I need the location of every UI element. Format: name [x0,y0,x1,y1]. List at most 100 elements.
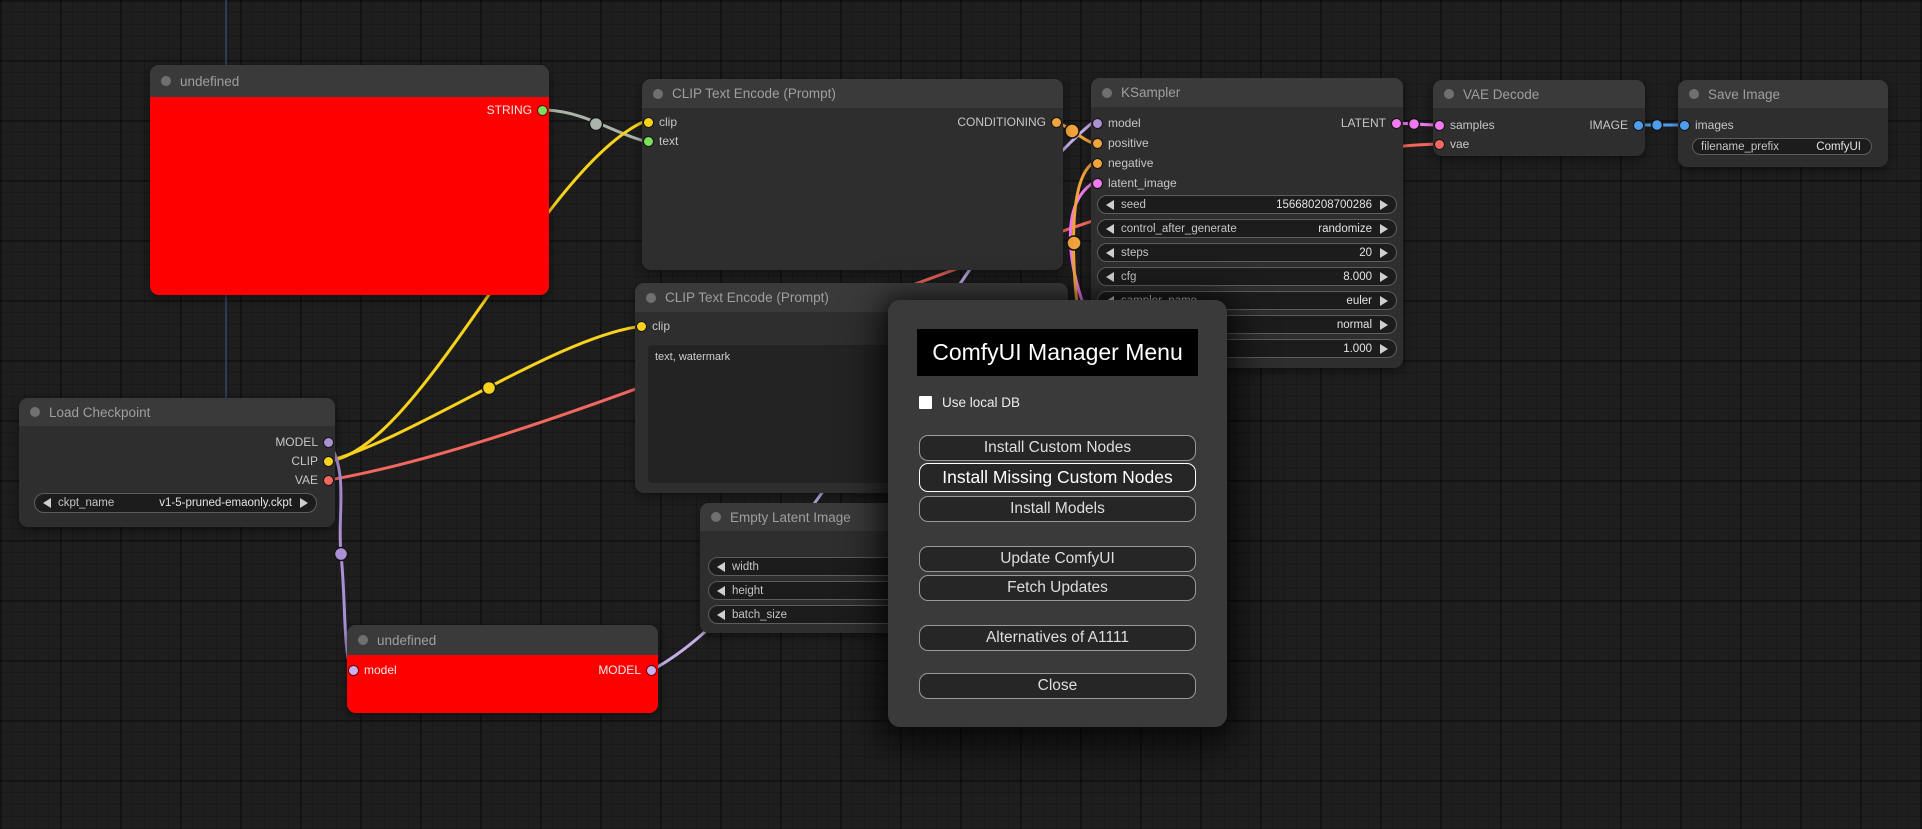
increment-arrow-icon[interactable] [1380,319,1388,330]
input-model: model [1093,116,1141,130]
widget-filename-prefix[interactable]: filename_prefix ComfyUI [1692,138,1872,155]
node-title: CLIP Text Encode (Prompt) [665,290,829,305]
model-port-icon[interactable] [324,437,333,447]
negative-port-icon[interactable] [1093,158,1102,168]
reroute-dot-orange-negative[interactable] [1066,235,1082,251]
decrement-arrow-icon[interactable] [1106,223,1114,234]
clip-port-icon[interactable] [637,321,646,331]
decrement-arrow-icon[interactable] [1106,199,1114,210]
update-comfyui-button[interactable]: Update ComfyUI [919,546,1196,572]
node-title: VAE Decode [1463,86,1540,102]
input-images: images [1680,118,1734,132]
decrement-arrow-icon[interactable] [1106,247,1114,258]
node-title: Empty Latent Image [730,509,851,525]
install-missing-custom-nodes-button[interactable]: Install Missing Custom Nodes [919,463,1196,492]
node-clip-encode-top[interactable]: CLIP Text Encode (Prompt) clip text COND… [642,79,1063,270]
widget-steps[interactable]: steps 20 [1097,243,1397,262]
conditioning-port-icon[interactable] [1052,117,1061,127]
collapse-dot-icon[interactable] [1689,89,1699,99]
decrement-arrow-icon[interactable] [717,585,725,596]
output-model: MODEL [275,435,333,449]
node-title-bar: undefined [347,625,658,655]
alternatives-of-a1111-button[interactable]: Alternatives of A1111 [919,625,1196,651]
input-text: text [644,134,678,148]
node-save-image[interactable]: Save Image images filename_prefix ComfyU… [1678,80,1888,167]
collapse-dot-icon[interactable] [358,635,368,645]
collapse-dot-icon[interactable] [711,512,721,522]
comfyui-manager-dialog: ComfyUI Manager Menu Use local DB Instal… [888,300,1227,727]
model-port-icon[interactable] [1093,118,1102,128]
node-title-bar: KSampler [1091,78,1403,107]
input-clip: clip [637,319,670,333]
close-button[interactable]: Close [919,673,1196,699]
node-vae-decode[interactable]: VAE Decode samples vae IMAGE [1433,80,1645,156]
install-models-button[interactable]: Install Models [919,496,1196,522]
model-port-icon[interactable] [349,665,358,675]
node-title-bar: Load Checkpoint [19,398,335,426]
widget-cfg[interactable]: cfg 8.000 [1097,267,1397,286]
node-load-checkpoint[interactable]: Load Checkpoint MODEL CLIP VAE ckpt_name… [19,398,335,527]
decrement-arrow-icon[interactable] [43,498,51,508]
increment-arrow-icon[interactable] [1380,223,1388,234]
node-title-bar: undefined [150,65,549,97]
output-model: MODEL [598,663,656,677]
output-conditioning: CONDITIONING [957,115,1061,129]
node-undefined-top[interactable]: undefined STRING [150,65,549,295]
image-port-icon[interactable] [1634,120,1643,130]
input-model: model [349,663,397,677]
input-negative: negative [1093,156,1153,170]
increment-arrow-icon[interactable] [1380,247,1388,258]
collapse-dot-icon[interactable] [1444,89,1454,99]
input-latent-image: latent_image [1093,176,1177,190]
node-undefined-bottom[interactable]: undefined model MODEL [347,625,658,713]
text-port-icon[interactable] [644,136,653,146]
output-vae: VAE [295,473,333,487]
fetch-updates-button[interactable]: Fetch Updates [919,575,1196,601]
positive-port-icon[interactable] [1093,138,1102,148]
collapse-dot-icon[interactable] [653,88,663,99]
use-local-db-label: Use local DB [942,395,1021,410]
input-samples: samples [1435,118,1495,132]
use-local-db-checkbox[interactable] [919,396,932,409]
images-port-icon[interactable] [1680,120,1689,130]
collapse-dot-icon[interactable] [161,76,171,86]
reroute-dot-pink[interactable] [1407,117,1421,131]
widget-control-after-generate[interactable]: control_after_generate randomize [1097,219,1397,238]
increment-arrow-icon[interactable] [1380,271,1388,282]
node-title-bar: VAE Decode [1433,80,1645,108]
vae-port-icon[interactable] [1435,139,1444,149]
collapse-dot-icon[interactable] [1102,87,1112,98]
reroute-dot-blue[interactable] [1650,118,1664,132]
use-local-db-row[interactable]: Use local DB [919,395,1020,410]
increment-arrow-icon[interactable] [1380,199,1388,210]
widget-seed[interactable]: seed 156680208700286 [1097,195,1397,214]
dialog-title: ComfyUI Manager Menu [917,329,1198,376]
increment-arrow-icon[interactable] [300,498,308,508]
widget-ckpt-name[interactable]: ckpt_name v1-5-pruned-emaonly.ckpt [34,493,317,513]
node-graph-canvas[interactable]: undefined STRING CLIP Text Encode (Promp… [0,0,1922,829]
latent-port-icon[interactable] [1093,178,1102,188]
node-title: Load Checkpoint [49,404,151,420]
reroute-dot-orange-positive[interactable] [1064,123,1080,139]
model-out-port-icon[interactable] [647,665,656,675]
samples-port-icon[interactable] [1435,120,1444,130]
decrement-arrow-icon[interactable] [717,609,725,620]
latent-out-port-icon[interactable] [1392,118,1401,128]
collapse-dot-icon[interactable] [30,407,40,417]
increment-arrow-icon[interactable] [1380,295,1388,306]
vae-port-icon[interactable] [324,475,333,485]
string-port-icon[interactable] [538,105,547,115]
node-title: CLIP Text Encode (Prompt) [672,86,836,101]
node-title: Save Image [1708,86,1781,102]
collapse-dot-icon[interactable] [646,292,656,303]
reroute-dot-purple[interactable] [333,546,349,562]
decrement-arrow-icon[interactable] [1106,271,1114,282]
clip-port-icon[interactable] [324,456,333,466]
decrement-arrow-icon[interactable] [717,561,725,572]
increment-arrow-icon[interactable] [1380,343,1388,354]
reroute-dot-gray[interactable] [588,116,604,132]
node-title-bar: CLIP Text Encode (Prompt) [642,79,1063,108]
clip-port-icon[interactable] [644,117,653,127]
reroute-dot-yellow[interactable] [481,380,497,396]
install-custom-nodes-button[interactable]: Install Custom Nodes [919,435,1196,461]
